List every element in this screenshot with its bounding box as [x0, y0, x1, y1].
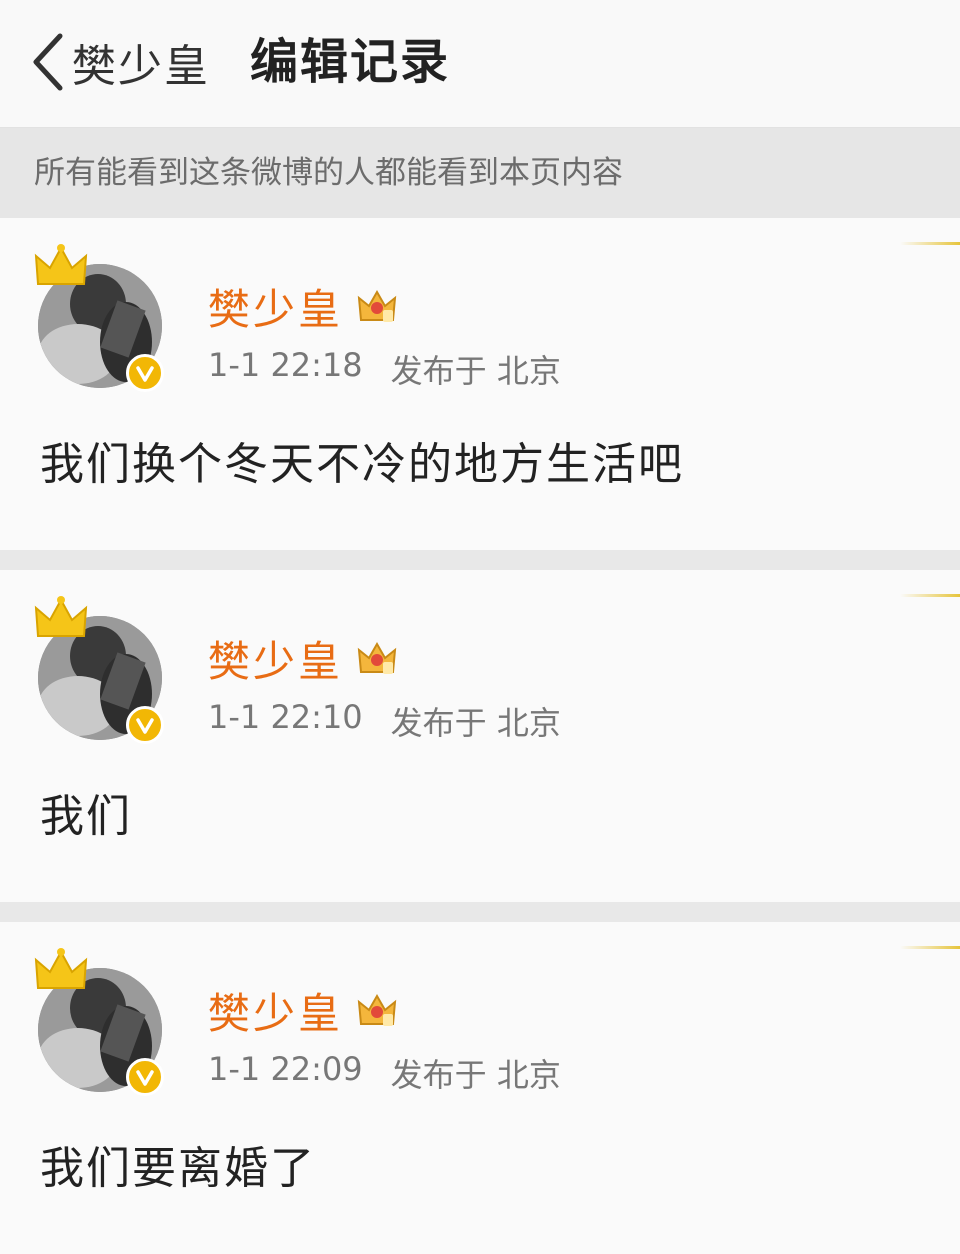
- author-row: 樊少皇: [208, 982, 399, 1038]
- avatar[interactable]: [32, 948, 172, 1098]
- author-row: 樊少皇: [208, 278, 399, 334]
- crown-icon: [34, 244, 88, 285]
- post-content: 我们换个冬天不冷的地方生活吧: [40, 439, 684, 490]
- nav-header: 樊少皇 编辑记录: [0, 0, 960, 128]
- edit-record-item: 樊少皇 1-1 22:18 发布于 北京 我们换个冬天不冷的地方生活吧: [0, 218, 960, 550]
- crown-icon: [34, 948, 88, 989]
- post-meta: 1-1 22:18 发布于 北京: [208, 346, 561, 392]
- decorative-glint: [900, 946, 960, 949]
- post-content: 我们要离婚了: [40, 1143, 316, 1194]
- post-time: 1-1 22:09: [208, 1050, 363, 1088]
- decorative-glint: [900, 242, 960, 245]
- verified-v-icon: [126, 706, 164, 744]
- page-title: 编辑记录: [250, 34, 451, 90]
- divider: [0, 902, 960, 922]
- verified-v-icon: [126, 354, 164, 392]
- decorative-glint: [900, 594, 960, 597]
- author-name[interactable]: 樊少皇: [208, 276, 343, 337]
- avatar[interactable]: [32, 596, 172, 746]
- author-name[interactable]: 樊少皇: [208, 980, 343, 1041]
- avatar[interactable]: [32, 244, 172, 394]
- member-crown-icon: [357, 641, 397, 674]
- edit-record-item: 樊少皇 1-1 22:10 发布于 北京 我们: [0, 570, 960, 902]
- post-meta: 1-1 22:10 发布于 北京: [208, 698, 561, 744]
- author-row: 樊少皇: [208, 630, 399, 686]
- author-name[interactable]: 樊少皇: [208, 628, 343, 689]
- member-crown-icon: [357, 993, 397, 1026]
- member-crown-icon: [357, 289, 397, 322]
- post-content: 我们: [40, 791, 132, 842]
- post-location: 发布于 北京: [390, 704, 561, 742]
- crown-icon: [34, 596, 88, 637]
- post-location: 发布于 北京: [390, 1056, 561, 1094]
- post-time: 1-1 22:18: [208, 346, 363, 384]
- divider: [0, 550, 960, 570]
- post-meta: 1-1 22:09 发布于 北京: [208, 1050, 561, 1096]
- verified-v-icon: [126, 1058, 164, 1096]
- post-time: 1-1 22:10: [208, 698, 363, 736]
- edit-record-item: 樊少皇 1-1 22:09 发布于 北京 我们要离婚了: [0, 922, 960, 1254]
- post-location: 发布于 北京: [390, 352, 561, 390]
- visibility-notice: 所有能看到这条微博的人都能看到本页内容: [0, 128, 960, 218]
